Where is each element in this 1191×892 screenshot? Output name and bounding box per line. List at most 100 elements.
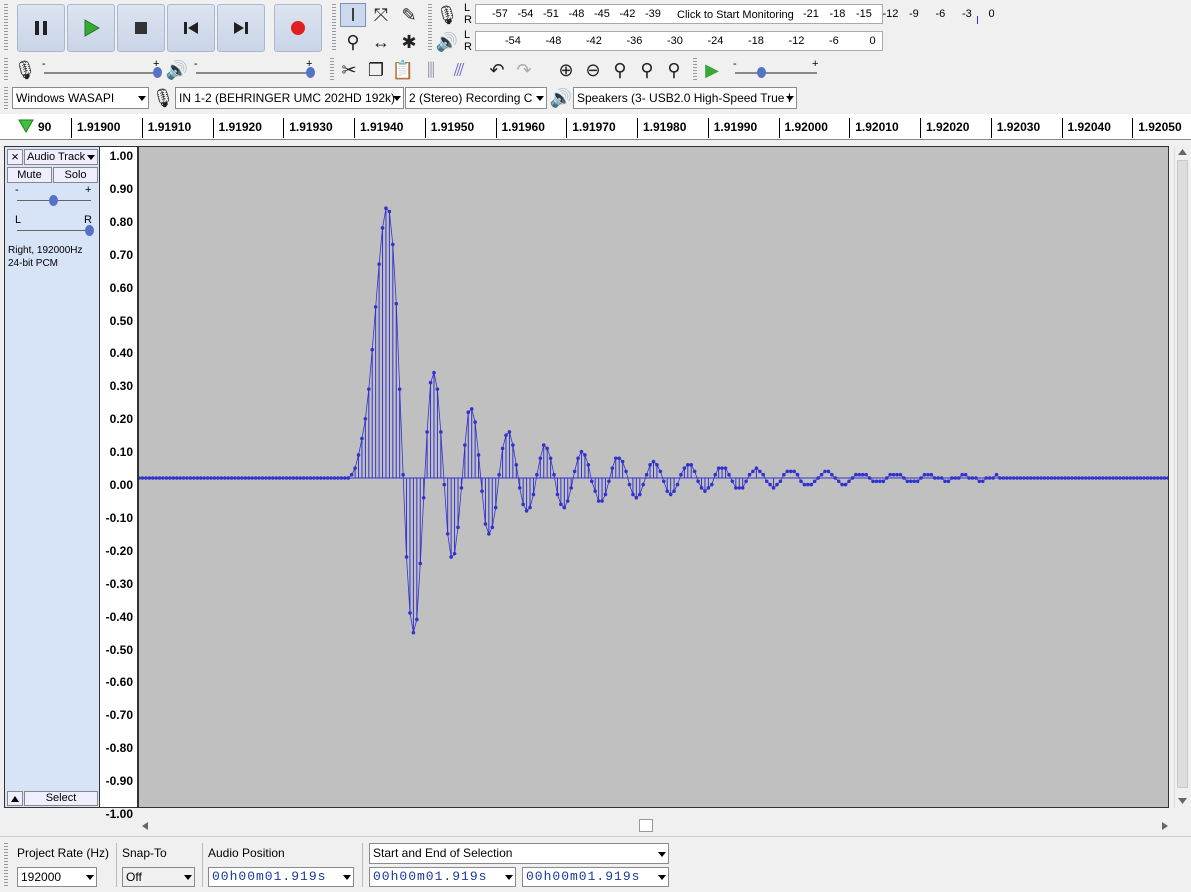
scroll-right-icon[interactable] <box>1162 822 1168 830</box>
draw-tool[interactable]: ✎ <box>396 3 422 27</box>
waveform-area[interactable] <box>137 146 1170 808</box>
paste-button[interactable]: 📋 <box>390 58 416 82</box>
skip-to-end-button[interactable] <box>217 4 265 52</box>
play-head-triangle-icon[interactable] <box>18 119 34 133</box>
amplitude-label: 0.70 <box>109 247 133 262</box>
asterisk-icon: ✱ <box>401 31 417 52</box>
device-grip[interactable] <box>4 87 8 111</box>
audio-position-time[interactable]: 00h00m01.919s <box>208 867 354 887</box>
gain-slider-thumb[interactable] <box>49 195 58 206</box>
ruler-label: 1.91950 <box>430 120 475 134</box>
pause-button[interactable] <box>17 4 65 52</box>
meter-tick-label: -15 <box>856 8 872 20</box>
envelope-tool[interactable]: ⤧ <box>368 3 394 27</box>
scroll-down-icon[interactable] <box>1178 798 1187 804</box>
record-button[interactable] <box>274 4 322 52</box>
trim-button[interactable]: ⫼ <box>418 58 444 82</box>
toolbar-grip[interactable] <box>4 4 8 52</box>
selection-toolbar-grip[interactable] <box>4 843 8 887</box>
track-format-bits: 24-bit PCM <box>8 258 59 269</box>
vertical-scroll-thumb[interactable] <box>1177 160 1188 788</box>
pan-slider[interactable] <box>17 230 91 231</box>
meter-tick-label: -18 <box>748 35 764 47</box>
record-icon <box>291 21 305 35</box>
cut-button[interactable]: ✂ <box>336 58 362 82</box>
recording-channels-select[interactable]: 2 (Stereo) Recording C <box>405 87 547 109</box>
double-arrow-icon: ↔ <box>372 31 390 52</box>
selection-mode-value: Start and End of Selection <box>373 846 513 860</box>
skip-to-start-button[interactable] <box>167 4 215 52</box>
copy-button[interactable]: ❐ <box>363 58 389 82</box>
ruler-major-tick <box>1061 118 1063 138</box>
redo-button[interactable]: ↷ <box>511 58 537 82</box>
amplitude-label: 0.20 <box>109 412 133 427</box>
play-at-speed-button[interactable]: ▶ <box>699 58 725 82</box>
scroll-left-icon[interactable] <box>142 822 148 830</box>
pencil-icon: ✎ <box>401 4 417 25</box>
recording-device-select[interactable]: IN 1-2 (BEHRINGER UMC 202HD 192k) <box>175 87 404 109</box>
zoom-tool[interactable]: ⚲ <box>340 30 366 54</box>
microphone-icon: 🎙 <box>13 59 37 80</box>
vertical-amplitude-ruler[interactable]: 1.00 0.90 0.80 0.70 0.60 0.50 0.40 0.30 0.20 0.10… <box>100 146 138 821</box>
project-rate-select[interactable]: 192000 <box>17 867 97 887</box>
audio-position-value: 00h00m01.919s <box>212 869 327 884</box>
playback-speed-slider[interactable] <box>735 72 817 74</box>
silence-button[interactable]: ⫻ <box>446 58 472 82</box>
zoom-out-icon: ⊖ <box>585 59 601 80</box>
play-at-speed-grip[interactable] <box>693 58 697 82</box>
collapse-track-button[interactable] <box>7 791 23 806</box>
track-control-panel[interactable]: × Audio Track Mute Solo - + L R Right, 1… <box>4 146 100 808</box>
record-meter-button[interactable]: 🎙 <box>434 3 460 27</box>
timeline-ruler[interactable]: 90 1.91900 1.91910 1.91920 1.91930 1.91940 1.9… <box>0 114 1191 140</box>
tools-grip[interactable] <box>332 4 336 52</box>
divider <box>202 843 203 887</box>
recording-volume-thumb[interactable] <box>153 67 162 78</box>
ruler-label: 1.92030 <box>996 120 1041 134</box>
snap-to-select[interactable]: Off <box>122 867 195 887</box>
ruler-label: 90 <box>38 120 52 134</box>
zoom-in-button[interactable]: ⊕ <box>553 58 579 82</box>
pan-slider-thumb[interactable] <box>85 225 94 236</box>
timeshift-tool[interactable]: ↔ <box>368 30 394 54</box>
selection-tool[interactable]: I <box>340 3 366 27</box>
horizontal-scrollbar[interactable] <box>138 818 1174 833</box>
track-menu-button[interactable]: Audio Track <box>24 149 98 165</box>
selection-start-time[interactable]: 00h00m01.919s <box>369 867 516 887</box>
playback-volume-slider[interactable] <box>196 72 310 74</box>
playback-meter-button[interactable]: 🔊 <box>434 30 460 54</box>
fit-selection-button[interactable]: ⚲ <box>607 58 633 82</box>
ruler-major-tick <box>566 118 568 138</box>
selection-mode-select[interactable]: Start and End of Selection <box>369 843 669 864</box>
chevron-down-icon <box>393 96 401 101</box>
amplitude-label: 0.10 <box>109 445 133 460</box>
recording-volume-slider[interactable] <box>44 72 158 74</box>
multi-tool[interactable]: ✱ <box>396 30 422 54</box>
horizontal-scroll-thumb[interactable] <box>639 819 653 832</box>
ruler-label: 1.92020 <box>926 120 970 134</box>
play-button[interactable] <box>67 4 115 52</box>
pan-left-label: L <box>15 214 22 226</box>
vertical-scrollbar[interactable] <box>1174 146 1189 808</box>
edit-grip[interactable] <box>330 58 334 82</box>
solo-button[interactable]: Solo <box>53 167 98 183</box>
chevron-down-icon <box>786 96 794 101</box>
zoom-out-button[interactable]: ⊖ <box>580 58 606 82</box>
fit-project-button[interactable]: ⚲ <box>634 58 660 82</box>
playback-speed-thumb[interactable] <box>757 67 766 78</box>
stop-button[interactable] <box>117 4 165 52</box>
waveform[interactable] <box>137 147 1170 807</box>
playback-device-select[interactable]: Speakers (3- USB2.0 High-Speed True I <box>573 87 797 109</box>
monitor-prompt[interactable]: Click to Start Monitoring <box>677 9 794 21</box>
meter-tick-label: -6 <box>829 35 839 47</box>
audio-host-select[interactable]: Windows WASAPI <box>12 87 149 109</box>
close-track-button[interactable]: × <box>7 149 23 165</box>
meter-grip[interactable] <box>428 4 432 52</box>
mixer-grip[interactable] <box>4 58 8 82</box>
undo-button[interactable]: ↶ <box>484 58 510 82</box>
scroll-up-icon[interactable] <box>1178 149 1187 155</box>
selection-end-time[interactable]: 00h00m01.919s <box>522 867 669 887</box>
zoom-toggle-button[interactable]: ⚲ <box>661 58 687 82</box>
select-track-button[interactable]: Select <box>24 791 98 806</box>
playback-volume-thumb[interactable] <box>306 67 315 78</box>
mute-button[interactable]: Mute <box>7 167 52 183</box>
